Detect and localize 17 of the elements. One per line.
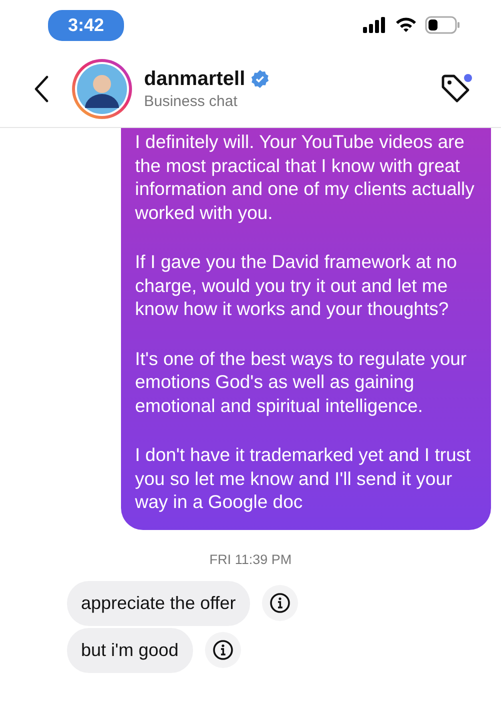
message-timestamp: FRI 11:39 PM — [209, 552, 292, 566]
info-icon — [268, 592, 291, 614]
info-button[interactable] — [262, 585, 298, 621]
signal-icon — [363, 17, 387, 33]
message-text: It's one of the best ways to regulate your emotions God's as well as gaining emotional and spiritual intelligence. — [135, 346, 468, 417]
time-pill: 3:42 — [48, 10, 124, 40]
message-text: I don't have it trademarked yet and I trust you so let me know and I'll send it your way in a Google doc — [135, 443, 472, 514]
wifi-icon — [395, 17, 417, 33]
info-icon — [212, 639, 234, 661]
received-message-bubble: appreciate the offer — [67, 580, 250, 626]
received-message-bubble: but i'm good — [67, 628, 192, 672]
battery-icon — [425, 16, 461, 34]
info-button[interactable] — [204, 632, 240, 668]
message-text: I definitely will. Your YouTube videos are the most practical that I know with great information and one of my clients actually worked with you. — [135, 130, 476, 224]
contact-subtitle: Business chat — [144, 92, 238, 110]
message-text: If I gave you the David framework at no charge, would you try it out and let me know how it works and your thoughts? — [135, 250, 458, 320]
contact-name: danmartell — [144, 68, 246, 90]
